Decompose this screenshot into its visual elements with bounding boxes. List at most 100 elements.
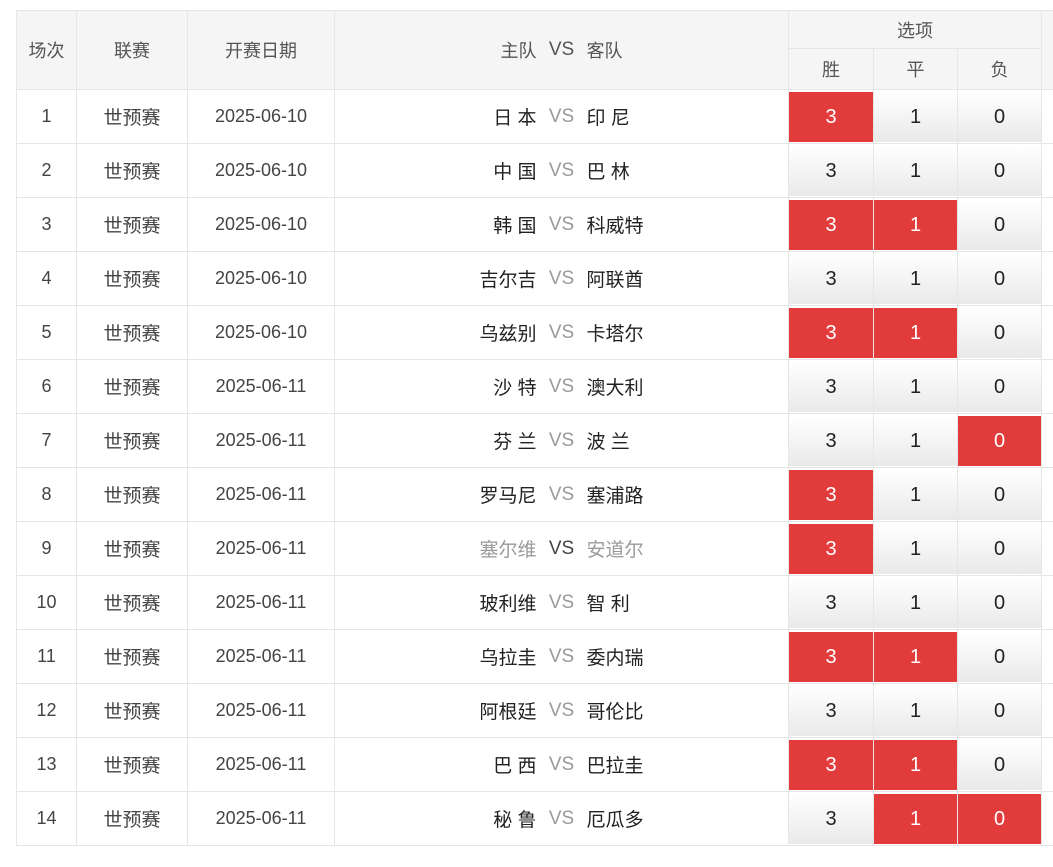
option-draw-button[interactable]: 1 xyxy=(874,793,957,844)
option-draw-cell: 1 xyxy=(873,305,958,360)
table-row: 4 世预赛 2025-06-10 吉尔吉 VS 阿联酋 3 1 0 xyxy=(16,251,1053,306)
away-team: 委内瑞 xyxy=(586,648,644,669)
option-win-button[interactable]: 3 xyxy=(789,253,873,304)
vs-label: VS xyxy=(548,321,575,343)
vs-label: VS xyxy=(548,213,575,235)
row-date: 2025-06-10 xyxy=(187,89,335,144)
option-lose-button[interactable]: 0 xyxy=(958,793,1042,844)
option-win-button[interactable]: 3 xyxy=(789,685,873,736)
option-lose-cell: 0 xyxy=(956,575,1043,630)
option-draw-cell: 1 xyxy=(873,683,958,738)
header-match-inner: 主队 VS 客队 xyxy=(335,11,788,89)
option-lose-cell: 0 xyxy=(956,683,1043,738)
option-win-cell: 3 xyxy=(788,791,874,846)
row-league: 世预赛 xyxy=(76,683,188,738)
option-draw-button[interactable]: 1 xyxy=(874,145,957,196)
option-draw-button[interactable]: 1 xyxy=(874,253,957,304)
table-row: 1 世预赛 2025-06-10 日 本 VS 印 尼 3 1 0 xyxy=(16,89,1053,144)
option-draw-button[interactable]: 1 xyxy=(874,361,957,412)
table-header: 场次 联赛 开赛日期 主队 VS 客队 选项 胜 平 负 xyxy=(16,10,1053,90)
option-lose-button[interactable]: 0 xyxy=(958,361,1042,412)
away-team: 阿联酋 xyxy=(586,270,644,291)
match-teams: 沙 特 VS 澳大利 xyxy=(335,373,788,400)
option-lose-button[interactable]: 0 xyxy=(958,469,1042,520)
home-team: 玻利维 xyxy=(479,594,537,615)
option-win-button[interactable]: 3 xyxy=(789,577,873,628)
option-draw-button[interactable]: 1 xyxy=(874,523,957,574)
match-teams: 罗马尼 VS 塞浦路 xyxy=(335,481,788,508)
row-index: 7 xyxy=(16,413,77,468)
option-win-cell: 3 xyxy=(788,521,874,576)
option-lose-button[interactable]: 0 xyxy=(958,631,1042,682)
home-team: 塞尔维 xyxy=(479,540,537,561)
option-lose-button[interactable]: 0 xyxy=(958,739,1042,790)
option-lose-button[interactable]: 0 xyxy=(958,523,1042,574)
row-index: 10 xyxy=(16,575,77,630)
option-lose-button[interactable]: 0 xyxy=(958,685,1042,736)
match-teams: 巴 西 VS 巴拉圭 xyxy=(335,751,788,778)
away-team: 波 兰 xyxy=(586,432,630,453)
header-options: 选项 xyxy=(787,10,1043,49)
option-draw-cell: 1 xyxy=(873,521,958,576)
vs-label: VS xyxy=(548,753,575,775)
option-win-button[interactable]: 3 xyxy=(789,469,873,520)
row-league: 世预赛 xyxy=(76,251,188,306)
option-draw-cell: 1 xyxy=(873,251,958,306)
option-draw-button[interactable]: 1 xyxy=(874,307,957,358)
option-win-button[interactable]: 3 xyxy=(789,145,873,196)
match-teams: 中 国 VS 巴 林 xyxy=(335,157,788,184)
away-team: 厄瓜多 xyxy=(586,810,644,831)
option-draw-cell: 1 xyxy=(873,143,958,198)
row-extra xyxy=(1041,791,1053,846)
home-team: 阿根廷 xyxy=(479,702,537,723)
option-draw-button[interactable]: 1 xyxy=(874,91,957,142)
option-lose-cell: 0 xyxy=(956,89,1043,144)
row-date: 2025-06-10 xyxy=(187,143,335,198)
match-teams: 玻利维 VS 智 利 xyxy=(335,589,788,616)
option-lose-button[interactable]: 0 xyxy=(958,415,1042,466)
option-lose-button[interactable]: 0 xyxy=(958,91,1042,142)
option-lose-button[interactable]: 0 xyxy=(958,253,1042,304)
vs-label: VS xyxy=(548,159,575,181)
row-match: 乌拉圭 VS 委内瑞 xyxy=(334,629,789,684)
option-draw-button[interactable]: 1 xyxy=(874,631,957,682)
match-teams: 秘 鲁 VS 厄瓜多 xyxy=(335,805,788,832)
option-draw-cell: 1 xyxy=(873,575,958,630)
option-win-button[interactable]: 3 xyxy=(789,415,873,466)
option-lose-cell: 0 xyxy=(956,359,1043,414)
option-win-button[interactable]: 3 xyxy=(789,307,873,358)
option-win-button[interactable]: 3 xyxy=(789,199,873,250)
option-win-button[interactable]: 3 xyxy=(789,631,873,682)
option-draw-cell: 1 xyxy=(873,89,958,144)
option-draw-button[interactable]: 1 xyxy=(874,685,957,736)
table-row: 6 世预赛 2025-06-11 沙 特 VS 澳大利 3 1 0 xyxy=(16,359,1053,414)
option-win-button[interactable]: 3 xyxy=(789,739,873,790)
option-win-button[interactable]: 3 xyxy=(789,91,873,142)
header-match: 主队 VS 客队 xyxy=(334,10,789,90)
option-draw-button[interactable]: 1 xyxy=(874,577,957,628)
option-draw-button[interactable]: 1 xyxy=(874,199,957,250)
match-teams: 乌拉圭 VS 委内瑞 xyxy=(335,643,788,670)
option-win-button[interactable]: 3 xyxy=(789,361,873,412)
option-lose-cell: 0 xyxy=(956,413,1043,468)
option-lose-button[interactable]: 0 xyxy=(958,145,1042,196)
option-lose-button[interactable]: 0 xyxy=(958,577,1042,628)
row-index: 2 xyxy=(16,143,77,198)
option-lose-cell: 0 xyxy=(956,467,1043,522)
match-teams: 日 本 VS 印 尼 xyxy=(335,103,788,130)
table-row: 2 世预赛 2025-06-10 中 国 VS 巴 林 3 1 0 xyxy=(16,143,1053,198)
match-teams: 吉尔吉 VS 阿联酋 xyxy=(335,265,788,292)
option-lose-button[interactable]: 0 xyxy=(958,307,1042,358)
header-index: 场次 xyxy=(16,10,77,90)
table-row: 7 世预赛 2025-06-11 芬 兰 VS 波 兰 3 1 0 xyxy=(16,413,1053,468)
vs-label: VS xyxy=(548,537,575,559)
option-draw-button[interactable]: 1 xyxy=(874,739,957,790)
option-win-button[interactable]: 3 xyxy=(789,523,873,574)
option-lose-button[interactable]: 0 xyxy=(958,199,1042,250)
option-draw-button[interactable]: 1 xyxy=(874,415,957,466)
option-win-button[interactable]: 3 xyxy=(789,793,873,844)
header-draw: 平 xyxy=(873,48,958,90)
option-draw-button[interactable]: 1 xyxy=(874,469,957,520)
row-extra xyxy=(1041,521,1053,576)
row-date: 2025-06-11 xyxy=(187,683,335,738)
